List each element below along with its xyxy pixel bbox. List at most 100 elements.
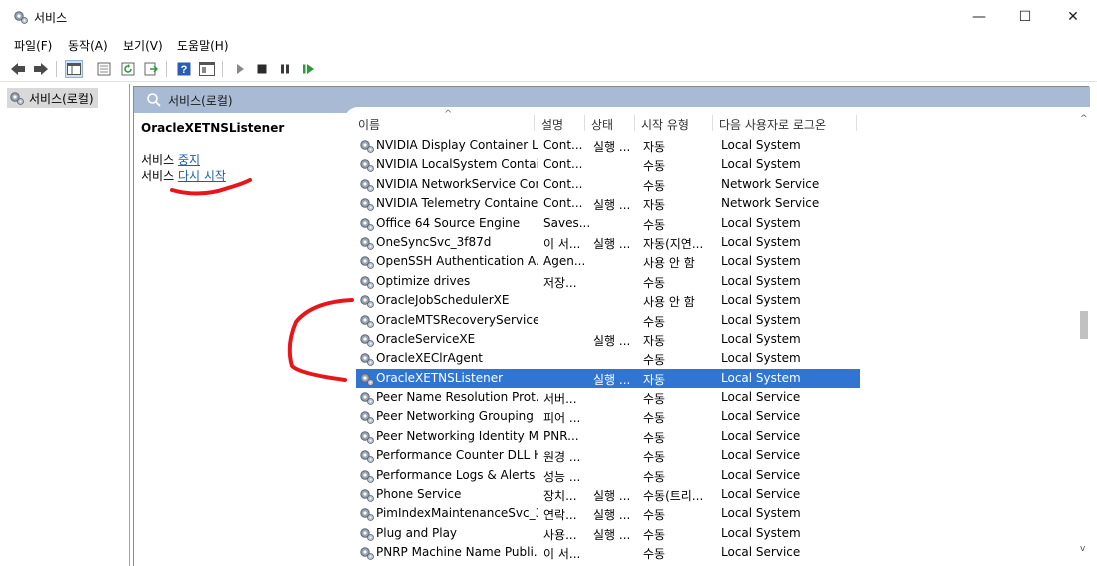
service-description: Cont... <box>543 196 583 211</box>
properties-icon[interactable] <box>95 60 113 78</box>
service-name: Peer Networking Identity M... <box>376 428 538 443</box>
service-startup-type: 수동 <box>643 547 666 562</box>
service-row[interactable]: NVIDIA NetworkService Con... Cont... 수동 Net… <box>356 175 860 194</box>
help-icon[interactable]: ? <box>175 60 193 78</box>
tree-item-services-local[interactable]: 서비스(로컬) <box>7 88 98 108</box>
service-startup-type: 자동 <box>643 198 666 213</box>
column-divider <box>856 115 857 131</box>
menu-view[interactable]: 보기(V) <box>123 37 163 54</box>
description-pane: OracleXETNSListener 서비스 중지 서비스 다시 시작 <box>134 113 344 566</box>
service-row[interactable]: PimIndexMaintenanceSvc_3f... 연락... 실행 ... 수… <box>356 504 860 523</box>
service-startup-type: 자동(지연... <box>643 236 704 251</box>
service-row[interactable]: OracleMTSRecoveryService 수동 Local System <box>356 311 860 330</box>
service-row[interactable]: Performance Logs & Alerts 성능 ... 수동 Local S… <box>356 466 860 485</box>
service-row[interactable]: NVIDIA LocalSystem Contai... Cont... 수동 Loc… <box>356 155 860 174</box>
close-button[interactable]: ✕ <box>1050 0 1096 34</box>
scroll-down-icon[interactable]: v <box>1080 544 1085 554</box>
column-header-name[interactable]: 이름 <box>358 116 380 133</box>
service-row[interactable]: Performance Counter DLL H... 원경 ... 수동 Loca… <box>356 446 860 465</box>
service-row[interactable]: Office 64 Source Engine Saves... 수동 Local S… <box>356 214 860 233</box>
menu-help[interactable]: 도움말(H) <box>177 37 229 54</box>
service-row[interactable]: PNRP Machine Name Publi... 이 서... 수동 Local … <box>356 543 860 562</box>
service-startup-type: 수동 <box>643 411 666 426</box>
service-logon: Local Service <box>721 390 801 405</box>
service-row[interactable]: OracleServiceXE 실행 ... 자동 Local System <box>356 330 860 349</box>
service-gear-icon <box>359 196 375 212</box>
column-header-status[interactable]: 상태 <box>591 116 613 133</box>
services-list: ^ 이름 설명 상태 시작 유형 다음 사용자로 로그온 NVIDIA Disp… <box>344 107 1090 566</box>
service-name: Performance Logs & Alerts <box>376 467 536 482</box>
toolbar-separator <box>222 61 223 77</box>
service-startup-type: 수동 <box>643 430 666 445</box>
services-panel: 서비스(로컬) OracleXETNSListener 서비스 중지 서비스 다… <box>133 86 1090 566</box>
service-startup-type: 수동 <box>643 392 666 407</box>
menu-action[interactable]: 동작(A) <box>68 37 108 54</box>
service-logon: Local System <box>721 525 801 540</box>
scroll-up-icon[interactable]: ^ <box>1080 114 1088 124</box>
vertical-scrollbar[interactable]: ^ v <box>1078 112 1092 560</box>
service-row[interactable]: OracleXETNSListener 실행 ... 자동 Local System <box>356 368 860 389</box>
service-row[interactable]: Optimize drives 저장... 수동 Local System <box>356 272 860 291</box>
service-row[interactable]: Peer Networking Identity M... PNR... 수동 Loc… <box>356 427 860 446</box>
service-row[interactable]: Peer Networking Grouping 피어 ... 수동 Local Se… <box>356 407 860 426</box>
service-row[interactable]: Peer Name Resolution Prot... 서버... 수동 Local… <box>356 388 860 407</box>
column-header-startup-type[interactable]: 시작 유형 <box>641 116 689 133</box>
scroll-thumb[interactable] <box>1080 311 1088 339</box>
service-row[interactable]: OneSyncSvc_3f87d 이 서... 실행 ... 자동(지연... Loca… <box>356 233 860 252</box>
service-description: Saves... <box>543 215 589 230</box>
column-header-logon[interactable]: 다음 사용자로 로그온 <box>719 116 826 133</box>
minimize-button[interactable]: — <box>956 0 1002 34</box>
svg-text:?: ? <box>181 64 188 76</box>
service-name: OneSyncSvc_3f87d <box>376 234 492 249</box>
back-icon[interactable] <box>9 60 27 78</box>
service-name: Office 64 Source Engine <box>376 215 521 230</box>
service-startup-type: 자동 <box>643 140 666 154</box>
stop-service-line: 서비스 중지 <box>141 151 200 168</box>
service-status: 실행 ... <box>593 198 631 213</box>
service-startup-type: 수동 <box>643 217 666 232</box>
service-row[interactable]: Plug and Play 사용... 실행 ... 수동 Local System <box>356 524 860 543</box>
maximize-button[interactable]: ☐ <box>1002 0 1048 34</box>
service-row[interactable]: OpenSSH Authentication A... Agen... 사용 안 함… <box>356 252 860 271</box>
service-gear-icon <box>359 235 375 251</box>
service-gear-icon <box>359 526 375 542</box>
pause-icon[interactable] <box>276 60 294 78</box>
start-icon[interactable] <box>231 60 249 78</box>
service-status: 실행 ... <box>593 527 631 542</box>
console-tree-icon[interactable] <box>65 60 83 78</box>
service-logon: Local System <box>721 370 801 385</box>
menu-file[interactable]: 파일(F) <box>14 37 52 54</box>
selected-service-name: OracleXETNSListener <box>141 121 285 135</box>
refresh-icon[interactable] <box>119 60 137 78</box>
stop-icon[interactable] <box>253 60 271 78</box>
export-icon[interactable] <box>142 60 160 78</box>
service-description: 사용... <box>543 527 577 542</box>
toolbar-separator <box>166 61 167 77</box>
service-logon: Local System <box>721 506 801 521</box>
restart-service-link[interactable]: 다시 시작 <box>178 169 226 183</box>
service-row[interactable]: OracleXEClrAgent 수동 Local System <box>356 349 860 368</box>
service-description: 서버... <box>543 392 577 407</box>
view-icon[interactable] <box>198 60 216 78</box>
service-name: Peer Networking Grouping <box>376 409 534 424</box>
service-name: OracleMTSRecoveryService <box>376 312 538 327</box>
service-description: 이 서... <box>543 547 581 562</box>
forward-icon[interactable] <box>32 60 50 78</box>
service-logon: Local Service <box>721 487 801 502</box>
service-startup-type: 수동 <box>643 527 666 542</box>
service-row[interactable]: Phone Service 장치... 실행 ... 수동(트리... Local Se… <box>356 485 860 504</box>
column-header-description[interactable]: 설명 <box>541 116 563 133</box>
stop-service-link[interactable]: 중지 <box>178 153 200 167</box>
service-gear-icon <box>359 429 375 445</box>
restart-service-line: 서비스 다시 시작 <box>141 167 226 184</box>
service-startup-type: 수동(트리... <box>643 489 704 504</box>
service-row[interactable]: NVIDIA Telemetry Container Cont... 실행 ... 자… <box>356 194 860 213</box>
service-logon: Local System <box>721 331 801 346</box>
service-gear-icon <box>359 371 375 387</box>
resume-icon[interactable] <box>300 60 318 78</box>
service-row[interactable]: OracleJobSchedulerXE 사용 안 함 Local System <box>356 291 860 310</box>
service-name: OpenSSH Authentication A... <box>376 254 538 269</box>
service-name: OracleXETNSListener <box>376 370 504 385</box>
service-row[interactable]: NVIDIA Display Container LS Cont... 실행 ...… <box>356 136 860 155</box>
services-gear-icon <box>14 11 28 24</box>
